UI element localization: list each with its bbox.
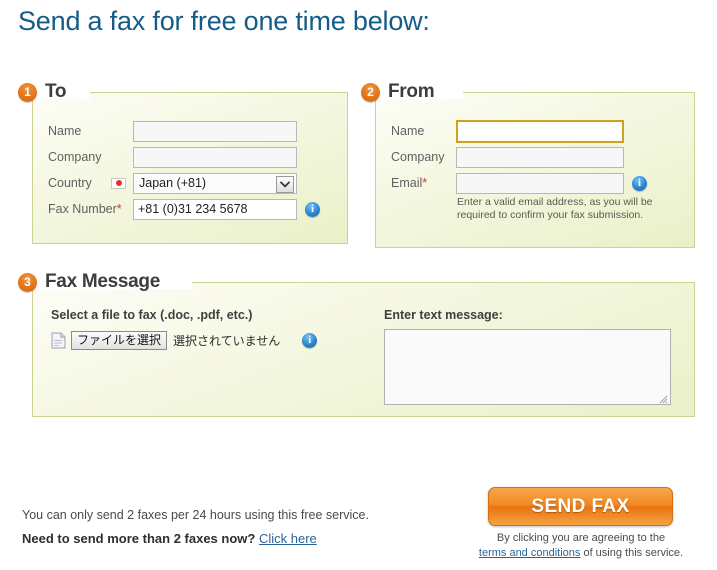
click-here-link[interactable]: Click here	[259, 531, 317, 546]
text-message-textarea[interactable]	[384, 329, 671, 405]
terms-notice: By clicking you are agreeing to the term…	[466, 531, 696, 561]
fax-message-step-header: 3 Fax Message	[18, 269, 160, 295]
from-name-row: Name	[391, 119, 624, 143]
choose-file-button[interactable]: ファイルを選択	[71, 331, 168, 350]
from-email-label: Email*	[391, 176, 456, 190]
to-title: To	[45, 81, 67, 102]
chevron-down-icon[interactable]	[276, 175, 294, 193]
from-email-required-star: *	[422, 176, 428, 190]
step-badge-1: 1	[18, 82, 37, 102]
from-name-label: Name	[391, 124, 425, 138]
from-company-input[interactable]	[456, 146, 624, 168]
to-company-row: Company	[48, 146, 297, 168]
document-icon	[51, 332, 66, 349]
step-badge-3: 3	[18, 272, 37, 292]
from-email-label-text: Email	[391, 176, 423, 190]
section-to: 1 To Name Company Country Japan (+81) Fa…	[18, 79, 348, 244]
section-fax-message: 3 Fax Message Select a file to fax (.doc…	[18, 269, 695, 417]
to-step-header: 1 To	[18, 79, 67, 105]
to-country-row: Country Japan (+81)	[48, 172, 297, 194]
to-fax-input[interactable]	[133, 198, 297, 220]
from-email-input[interactable]	[456, 172, 624, 194]
from-name-input[interactable]	[456, 119, 624, 143]
from-email-hint: Enter a valid email address, as you will…	[457, 196, 653, 221]
japan-flag-icon	[111, 177, 126, 189]
send-fax-button[interactable]: SEND FAX	[488, 487, 673, 526]
to-fax-row: Fax Number* i	[48, 198, 320, 220]
to-company-label: Company	[48, 150, 102, 164]
terms-and-conditions-link[interactable]: terms and conditions	[479, 547, 581, 559]
from-company-row: Company	[391, 146, 624, 168]
from-step-header: 2 From	[361, 79, 435, 105]
to-country-label: Country	[48, 176, 92, 190]
from-email-row: Email* i	[391, 172, 647, 194]
to-name-row: Name	[48, 120, 297, 142]
terms-suffix-text: of using this service.	[583, 547, 684, 559]
file-status-text: 選択されていません	[173, 334, 281, 348]
upgrade-prompt-row: Need to send more than 2 faxes now? Clic…	[22, 531, 317, 546]
fax-message-title: Fax Message	[45, 271, 160, 292]
terms-prefix-text: By clicking you are agreeing to the	[496, 532, 666, 544]
file-select-label: Select a file to fax (.doc, .pdf, etc.)	[51, 308, 253, 322]
to-fax-required-star: *	[116, 202, 122, 216]
to-country-select[interactable]: Japan (+81)	[133, 172, 297, 194]
fax-file-info-icon[interactable]: i	[302, 333, 318, 348]
to-panel	[32, 92, 348, 244]
text-message-label: Enter text message:	[384, 308, 503, 322]
to-name-input[interactable]	[133, 120, 297, 142]
from-panel	[375, 92, 695, 248]
to-company-input[interactable]	[133, 146, 297, 168]
section-from: 2 From Name Company Email* i Enter a val…	[361, 79, 695, 249]
from-title: From	[388, 81, 435, 102]
to-fax-info-icon[interactable]: i	[305, 201, 320, 217]
from-email-info-icon[interactable]: i	[632, 175, 647, 191]
upgrade-prompt-text: Need to send more than 2 faxes now?	[22, 531, 256, 546]
from-company-label: Company	[391, 150, 445, 164]
file-input-row: ファイルを選択 選択されていません i	[51, 331, 318, 350]
to-fax-label-text: Fax Number	[48, 202, 117, 216]
page-title: Send a fax for free one time below:	[18, 6, 430, 36]
to-name-label: Name	[48, 124, 82, 138]
fax-limit-note: You can only send 2 faxes per 24 hours u…	[22, 508, 369, 522]
step-badge-2: 2	[361, 82, 380, 102]
to-fax-label: Fax Number*	[48, 202, 133, 216]
to-country-select-value: Japan (+81)	[139, 176, 207, 190]
